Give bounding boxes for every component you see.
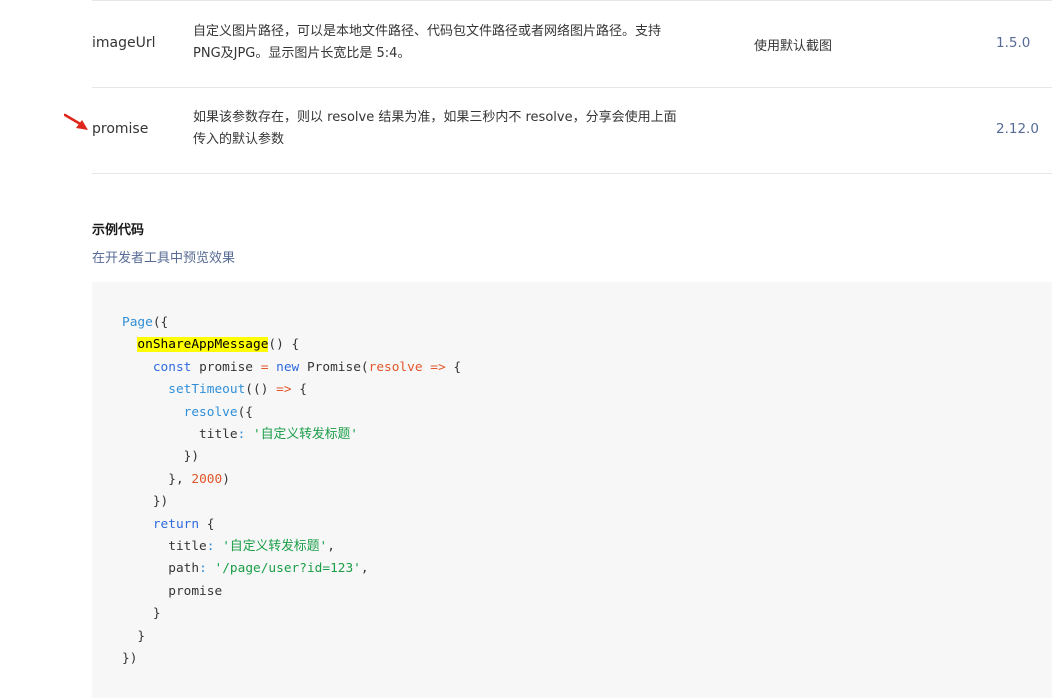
param-name: promise [92, 121, 149, 137]
param-description: 自定义图片路径，可以是本地文件路径、代码包文件路径或者网络图片路径。支持 PNG… [193, 24, 662, 61]
param-description: 如果该参数存在，则以 resolve 结果为准，如果三秒内不 resolve，分… [193, 110, 677, 147]
table-row-promise: promise 如果该参数存在，则以 resolve 结果为准，如果三秒内不 r… [92, 88, 1052, 174]
param-name: imageUrl [92, 35, 156, 51]
code-content: Page({ onShareAppMessage() { const promi… [122, 315, 462, 667]
param-default: 使用默认截图 [754, 39, 833, 54]
code-block: Page({ onShareAppMessage() { const promi… [92, 282, 1052, 698]
preview-in-devtools-link[interactable]: 在开发者工具中预览效果 [92, 247, 235, 266]
highlighted-function: onShareAppMessage [137, 337, 269, 353]
red-arrow-icon [64, 113, 88, 130]
code-token: Page [122, 315, 153, 330]
param-version: 1.5.0 [996, 35, 1031, 51]
example-code-title: 示例代码 [92, 223, 145, 238]
param-version: 2.12.0 [996, 121, 1039, 137]
table-row-imageUrl: imageUrl 自定义图片路径，可以是本地文件路径、代码包文件路径或者网络图片… [92, 1, 1052, 88]
